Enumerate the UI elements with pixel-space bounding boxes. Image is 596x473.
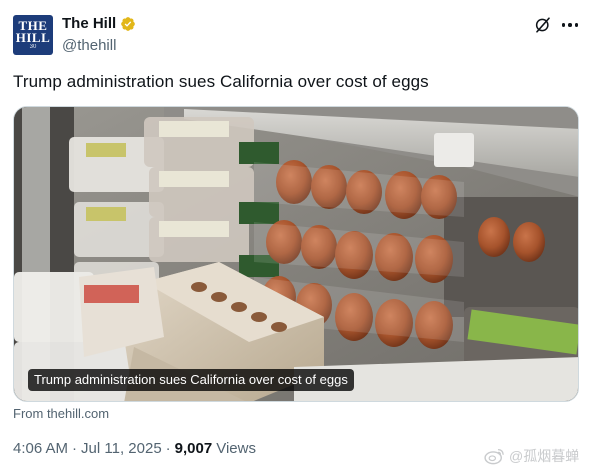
tweet-card: THE HILL 30 The Hill @thehill Trump admi…	[0, 0, 596, 473]
meta-separator: ·	[72, 440, 78, 457]
tweet-text: Trump administration sues California ove…	[13, 72, 429, 91]
avatar[interactable]: THE HILL 30	[13, 15, 53, 55]
author-name[interactable]: The Hill	[62, 15, 116, 32]
avatar-text-hill: HILL	[15, 29, 51, 45]
more-dot	[561, 23, 566, 27]
views-count[interactable]: 9,007	[175, 440, 213, 457]
views-label[interactable]: Views	[216, 440, 256, 457]
more-icon[interactable]	[560, 15, 580, 35]
verified-badge-icon	[121, 16, 136, 31]
egg-shelf-photo	[14, 107, 578, 401]
tweet-time[interactable]: 4:06 AM	[13, 440, 68, 457]
media-caption: Trump administration sues California ove…	[28, 369, 354, 391]
link-source[interactable]: From thehill.com	[13, 406, 109, 421]
more-dot	[568, 23, 572, 27]
watermark-text: @孤烟暮蝉	[509, 448, 580, 464]
author-handle[interactable]: @thehill	[62, 37, 116, 54]
watermark: @孤烟暮蝉	[484, 446, 579, 466]
avatar-text-30: 30	[29, 43, 37, 50]
grok-icon[interactable]	[534, 16, 552, 34]
meta-separator: ·	[165, 440, 171, 457]
weibo-icon	[484, 449, 504, 465]
link-card-image[interactable]: Trump administration sues California ove…	[13, 106, 579, 402]
author-name-row[interactable]: The Hill	[62, 15, 136, 32]
more-dot	[574, 23, 579, 27]
tweet-meta: 4:06 AM · Jul 11, 2025 · 9,007 Views	[13, 440, 256, 457]
tweet-date[interactable]: Jul 11, 2025	[81, 440, 162, 457]
